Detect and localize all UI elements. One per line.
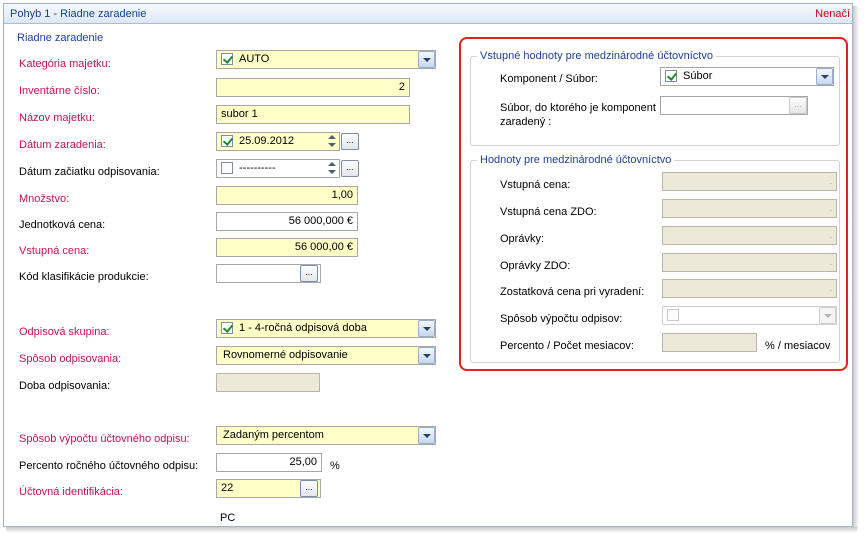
- window-shadow: [853, 6, 859, 530]
- window-title: Pohyb 1 - Riadne zaradenie: [10, 8, 147, 20]
- sposob-odpisovania-label: Spôsob odpisovania:: [19, 353, 122, 365]
- datum-odpis-button[interactable]: ...: [341, 160, 359, 177]
- spin-icon[interactable]: [327, 133, 337, 150]
- mz-sposob-select: [662, 306, 837, 325]
- nazov-label: Názov majetku:: [19, 112, 95, 124]
- jednotkova-label: Jednotková cena:: [19, 219, 106, 231]
- odpisova-skupina-checkbox[interactable]: [221, 322, 233, 334]
- section-title: Riadne zaradenie: [17, 32, 104, 44]
- group-hodnoty-title: Hodnoty pre medzinárodné účtovníctvo: [477, 154, 675, 166]
- vstupna-input[interactable]: 56 000,00 €: [216, 238, 358, 257]
- mz-percento-input: [662, 333, 757, 352]
- spin-icon[interactable]: [327, 160, 337, 177]
- subor-label: Súbor, do ktorého je komponent zaradený …: [500, 102, 656, 128]
- subor-input[interactable]: [660, 96, 808, 115]
- chevron-down-icon[interactable]: [418, 347, 435, 364]
- group-vstupne-title: Vstupné hodnoty pre medzinárodné účtovní…: [477, 50, 716, 62]
- mz-percento-unit: % / mesiacov: [765, 340, 831, 352]
- mz-sposob-label: Spôsob výpočtu odpisov:: [500, 313, 623, 325]
- mnozstvo-input[interactable]: 1,00: [216, 186, 358, 205]
- datum-zaradenia-label: Dátum zaradenia:: [19, 139, 106, 151]
- vstupna-label: Vstupná cena:: [19, 245, 90, 257]
- uctovna-button[interactable]: ...: [300, 480, 318, 497]
- mz-zostatkova-label: Zostatková cena pri vyradení:: [500, 286, 645, 298]
- mz-vstupna-input: [662, 172, 837, 191]
- kategoria-label: Kategória majetku:: [19, 58, 111, 70]
- sposob-uctovneho-select[interactable]: Zadaným percentom: [216, 426, 436, 445]
- kod-label: Kód klasifikácie produkcie:: [19, 271, 149, 283]
- odpisova-skupina-select[interactable]: 1 - 4-ročná odpisová doba: [216, 319, 436, 338]
- sposob-uctovneho-value: Zadaným percentom: [223, 429, 324, 441]
- percento-label: Percento ročného účtovného odpisu:: [19, 460, 199, 472]
- sposob-odpisovania-select[interactable]: Rovnomerné odpisovanie: [216, 346, 436, 365]
- mz-opravky-zdo-label: Oprávky ZDO:: [500, 260, 571, 272]
- mz-zostatkova-input: [662, 279, 837, 298]
- komponent-select[interactable]: Súbor: [660, 67, 834, 86]
- komponent-checkbox[interactable]: [665, 70, 677, 82]
- percento-unit: %: [330, 460, 340, 472]
- inventarne-input[interactable]: 2: [216, 78, 410, 97]
- datum-zaradenia-button[interactable]: ...: [341, 133, 359, 150]
- datum-odpis-checkbox[interactable]: [221, 162, 233, 174]
- kategoria-value: AUTO: [239, 53, 270, 65]
- mz-percento-label: Percento / Počet mesiacov:: [500, 340, 634, 352]
- mnozstvo-label: Množstvo:: [19, 193, 70, 205]
- komponent-label: Komponent / Súbor:: [500, 73, 598, 85]
- sposob-uctovneho-label: Spôsob výpočtu účtovného odpisu:: [19, 433, 190, 445]
- chevron-down-icon[interactable]: [418, 427, 435, 444]
- kod-button[interactable]: ...: [300, 265, 318, 282]
- bottom-text: PC: [220, 512, 236, 524]
- chevron-down-icon: [819, 307, 836, 324]
- doba-label: Doba odpisovania:: [19, 380, 111, 392]
- mz-opravky-zdo-input: [662, 253, 837, 272]
- chevron-down-icon[interactable]: [418, 51, 435, 68]
- datum-zaradenia-value: 25.09.2012: [239, 135, 295, 147]
- window-shadow: [6, 527, 857, 533]
- doba-input: [216, 373, 320, 392]
- datum-odpis-value: ----------: [239, 162, 276, 174]
- mz-opravky-label: Oprávky:: [500, 233, 545, 245]
- mz-opravky-input: [662, 226, 837, 245]
- kategoria-checkbox[interactable]: [221, 53, 233, 65]
- kategoria-select[interactable]: AUTO: [216, 50, 436, 69]
- mz-sposob-checkbox: [667, 309, 679, 321]
- title-bar: Pohyb 1 - Riadne zaradenie Nenačí: [4, 4, 852, 24]
- odpisova-skupina-label: Odpisová skupina:: [19, 326, 110, 338]
- odpisova-skupina-value: 1 - 4-ročná odpisová doba: [239, 322, 367, 334]
- datum-zaradenia-checkbox[interactable]: [221, 135, 233, 147]
- status-label: Nenačí: [815, 8, 850, 20]
- mz-vstupna-zdo-label: Vstupná cena ZDO:: [500, 206, 597, 218]
- chevron-down-icon[interactable]: [816, 68, 833, 85]
- subor-button[interactable]: ...: [789, 97, 807, 114]
- mz-vstupna-label: Vstupná cena:: [500, 179, 571, 191]
- uctovna-label: Účtovná identifikácia:: [19, 486, 123, 498]
- percento-input[interactable]: 25,00: [216, 453, 322, 472]
- datum-odpis-input[interactable]: ----------: [216, 159, 340, 178]
- mz-vstupna-zdo-input: [662, 199, 837, 218]
- form-window: Pohyb 1 - Riadne zaradenie Nenačí Riadne…: [3, 3, 853, 527]
- chevron-down-icon[interactable]: [418, 320, 435, 337]
- inventarne-label: Inventárne číslo:: [19, 85, 100, 97]
- komponent-value: Súbor: [683, 70, 713, 82]
- nazov-input[interactable]: subor 1: [216, 105, 410, 124]
- sposob-odpisovania-value: Rovnomerné odpisovanie: [223, 349, 348, 361]
- datum-odpis-label: Dátum začiatku odpisovania:: [19, 166, 160, 178]
- jednotkova-input[interactable]: 56 000,000 €: [216, 212, 358, 231]
- datum-zaradenia-input[interactable]: 25.09.2012: [216, 132, 340, 151]
